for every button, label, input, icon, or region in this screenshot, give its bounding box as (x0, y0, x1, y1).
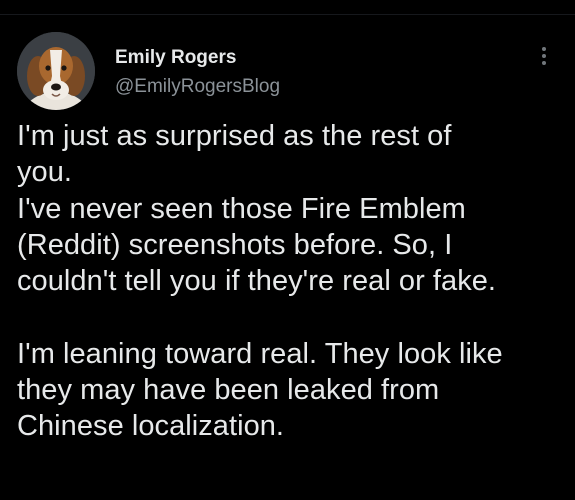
author-display-name[interactable]: Emily Rogers (115, 46, 280, 70)
tweet-text-line: Chinese localization. (17, 410, 285, 443)
tweet-text-line: I'm leaning toward real. They look like (17, 337, 503, 370)
avatar[interactable] (17, 32, 95, 110)
tweet-text-line: (Reddit) screenshots before. So, I (17, 228, 453, 261)
author-names: Emily Rogers @EmilyRogersBlog (115, 46, 280, 100)
tweet-text-line: I'm just as surprised as the rest of (17, 120, 452, 152)
more-dot (542, 61, 546, 65)
tweet-text-line: couldn't tell you if they're real or fak… (17, 265, 497, 298)
more-dot (542, 54, 546, 58)
more-dot (542, 47, 546, 51)
tweet-text-line: they may have been leaked from (17, 374, 440, 407)
top-divider (0, 14, 575, 15)
beagle-dog-icon (17, 32, 95, 110)
author-handle[interactable]: @EmilyRogersBlog (115, 74, 280, 100)
tweet-header: Emily Rogers @EmilyRogersBlog (17, 32, 562, 112)
more-options-icon[interactable] (534, 44, 554, 74)
tweet-text-line: you. (17, 156, 73, 189)
tweet-text: I'm just as surprised as the rest of you… (17, 118, 565, 445)
tweet-text-line: I've never seen those Fire Emblem (17, 192, 466, 225)
